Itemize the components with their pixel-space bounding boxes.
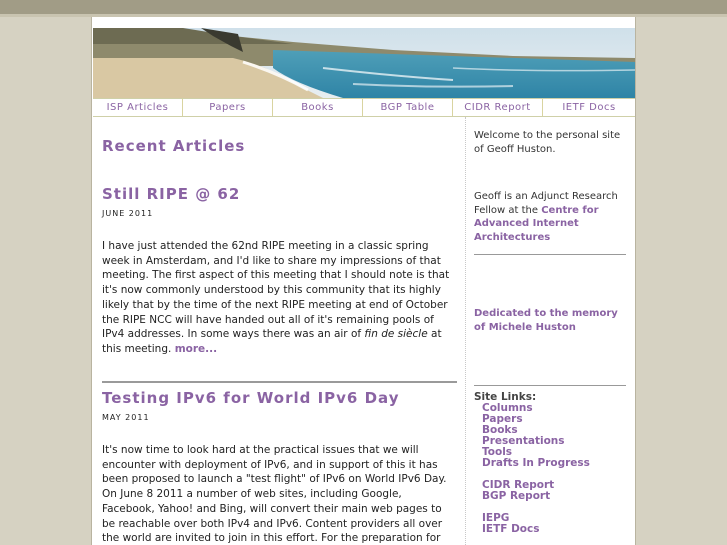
site-links: Site Links: Columns Papers Books Present… [474, 392, 626, 535]
article-item: Testing IPv6 for World IPv6 Day MAY 2011… [102, 389, 457, 545]
beach-banner-image [93, 28, 635, 98]
sidebar-divider [474, 385, 626, 386]
sidebar-divider [474, 254, 626, 255]
page-container: ISP Articles Papers Books BGP Table CIDR… [91, 17, 636, 545]
nav-cidr-report[interactable]: CIDR Report [453, 99, 543, 116]
nav-isp-articles[interactable]: ISP Articles [93, 99, 183, 116]
nav-books[interactable]: Books [273, 99, 363, 116]
nav-ietf-docs[interactable]: IETF Docs [543, 99, 635, 116]
article-body: It's now time to look hard at the practi… [102, 444, 447, 545]
article-title[interactable]: Testing IPv6 for World IPv6 Day [102, 389, 457, 407]
more-link[interactable]: more... [175, 343, 217, 355]
nav-bgp-table[interactable]: BGP Table [363, 99, 453, 116]
article-body-italic: fin de siècle [364, 328, 428, 341]
section-title: Recent Articles [102, 137, 246, 155]
article-divider [102, 381, 457, 383]
article-body-text: I have just attended the 62nd RIPE meeti… [102, 240, 450, 341]
nav-papers[interactable]: Papers [183, 99, 273, 116]
article-body: I have just attended the 62nd RIPE meeti… [102, 239, 457, 357]
article-title[interactable]: Still RIPE @ 62 [102, 185, 457, 203]
article-item: Still RIPE @ 62 JUNE 2011 I have just at… [102, 185, 457, 357]
column-divider [465, 117, 466, 545]
link-drafts-in-progress[interactable]: Drafts In Progress [474, 458, 626, 469]
link-ietf-docs[interactable]: IETF Docs [474, 524, 626, 535]
article-date: JUNE 2011 [102, 209, 154, 218]
bio-text: Geoff is an Adjunct Research Fellow at t… [474, 190, 626, 244]
welcome-text: Welcome to the personal site of Geoff Hu… [474, 130, 621, 155]
top-navigation: ISP Articles Papers Books BGP Table CIDR… [93, 98, 635, 117]
dedication-link[interactable]: Dedicated to the memory of Michele Husto… [474, 307, 626, 334]
link-bgp-report[interactable]: BGP Report [474, 491, 626, 502]
article-date: MAY 2011 [102, 413, 150, 422]
